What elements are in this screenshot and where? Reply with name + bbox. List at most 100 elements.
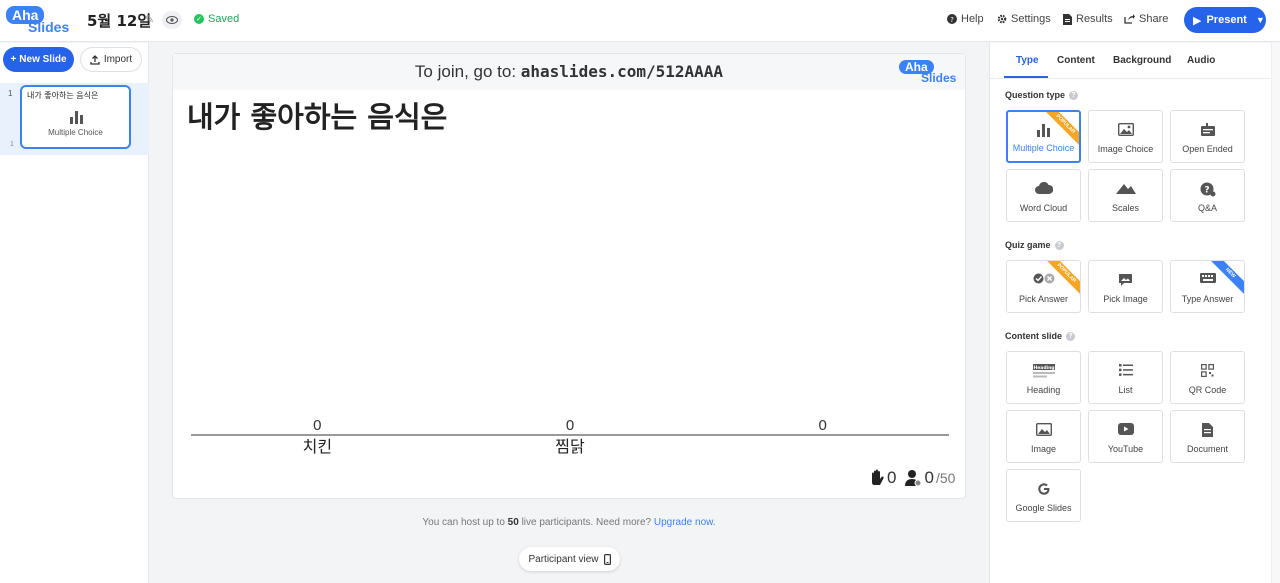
mobile-phone-icon xyxy=(603,553,611,565)
logo-slides-text: Slides xyxy=(28,19,70,35)
slide-response-count: 1 xyxy=(10,141,14,148)
tile-label: Image Choice xyxy=(1097,144,1154,154)
google-icon xyxy=(1037,483,1049,495)
keyboard-icon xyxy=(1199,273,1216,283)
tab-type[interactable]: Type xyxy=(1016,55,1039,66)
type-open-ended[interactable]: Open Ended xyxy=(1170,110,1245,163)
type-qa[interactable]: ? Q&A xyxy=(1170,169,1245,222)
content-slide-label: Content slide xyxy=(1005,331,1063,341)
saved-status: ✓ Saved xyxy=(194,13,239,25)
slide-canvas[interactable]: To join, go to: ahaslides.com/512AAAA Ah… xyxy=(172,53,966,499)
note-count: 50 xyxy=(507,517,519,528)
ahaslides-logo[interactable]: Aha Slides xyxy=(6,6,74,36)
slide-number: 1 xyxy=(8,89,13,98)
eye-icon xyxy=(166,16,178,24)
pencil-icon[interactable]: ✎ xyxy=(145,13,157,26)
results-chart: 0 치킨 0 찜닭 0 xyxy=(191,417,949,456)
quiz-pick-answer[interactable]: POPULAR Pick Answer xyxy=(1006,260,1081,313)
tile-label: Word Cloud xyxy=(1019,203,1068,213)
gear-icon xyxy=(997,14,1007,24)
image-icon xyxy=(1117,123,1134,136)
bar-chart-icon xyxy=(70,111,83,124)
new-slide-label: New Slide xyxy=(19,54,67,65)
settings-panel: Type Content Background Audio Question t… xyxy=(989,43,1272,583)
help-icon[interactable]: ? xyxy=(1054,240,1064,250)
document-icon xyxy=(1063,13,1072,25)
type-scales[interactable]: Scales xyxy=(1088,169,1163,222)
svg-text:?: ? xyxy=(1204,186,1209,196)
document-icon xyxy=(1202,423,1213,437)
bar-chart-icon xyxy=(1036,124,1050,137)
tab-content[interactable]: Content xyxy=(1057,55,1095,66)
image-bubble-icon xyxy=(1119,274,1132,286)
results-button[interactable]: Results xyxy=(1063,13,1113,25)
user-icon xyxy=(905,470,922,487)
content-google-slides[interactable]: Google Slides xyxy=(1006,469,1081,522)
help-label: Help xyxy=(961,13,984,25)
upgrade-link[interactable]: Upgrade now. xyxy=(654,517,716,528)
tile-label: Heading xyxy=(1026,385,1061,395)
image-icon xyxy=(1035,423,1052,436)
slide-list-item[interactable]: 1 1 내가 좋아하는 음식은 Multiple Choice xyxy=(0,83,149,155)
cloud-icon xyxy=(1034,182,1053,194)
tile-label: Open Ended xyxy=(1182,144,1233,154)
youtube-icon xyxy=(1117,423,1134,435)
open-ended-icon xyxy=(1200,123,1215,136)
slide-thumbnail-title: 내가 좋아하는 음식은 xyxy=(27,91,99,100)
content-qr-code[interactable]: QR Code xyxy=(1170,351,1245,404)
tile-label: Q&A xyxy=(1197,203,1217,213)
tile-label: Pick Image xyxy=(1103,294,1148,304)
content-image[interactable]: Image xyxy=(1006,410,1081,463)
content-heading[interactable]: Heading Heading xyxy=(1006,351,1081,404)
type-multiple-choice[interactable]: POPULAR Multiple Choice xyxy=(1006,110,1081,163)
content-list[interactable]: List xyxy=(1088,351,1163,404)
scales-icon xyxy=(1115,184,1136,194)
help-icon[interactable]: ? xyxy=(1066,331,1076,341)
participant-view-button[interactable]: Participant view xyxy=(519,547,620,571)
host-limit-note: You can host up to 50 live participants.… xyxy=(172,517,966,528)
preview-button[interactable] xyxy=(162,11,182,29)
chart-value-label: 0 xyxy=(818,417,826,434)
present-button[interactable]: ▶ Present ▼ xyxy=(1184,7,1266,33)
chevron-down-icon[interactable]: ▼ xyxy=(1256,15,1265,25)
question-type-label: Question type xyxy=(1005,90,1066,100)
play-icon: ▶ xyxy=(1193,14,1202,27)
help-button[interactable]: ? Help xyxy=(947,13,984,25)
quiz-type-answer[interactable]: NEW Type Answer xyxy=(1170,260,1245,313)
help-icon[interactable]: ? xyxy=(1069,90,1079,100)
quiz-game-heading: Quiz game? xyxy=(1005,240,1064,250)
check-icon: ✓ xyxy=(194,14,204,24)
type-image-choice[interactable]: Image Choice xyxy=(1088,110,1163,163)
check-cross-icon xyxy=(1033,273,1054,284)
svg-text:Heading: Heading xyxy=(1033,365,1054,371)
panel-tabs: Type Content Background Audio xyxy=(990,43,1272,79)
note-prefix: You can host up to xyxy=(422,517,508,528)
slide-thumbnail[interactable]: 내가 좋아하는 음식은 Multiple Choice xyxy=(20,85,131,149)
heading-icon: Heading xyxy=(1032,364,1055,378)
content-document[interactable]: Document xyxy=(1170,410,1245,463)
scrollbar[interactable] xyxy=(1271,43,1280,583)
list-icon xyxy=(1118,364,1133,376)
settings-button[interactable]: Settings xyxy=(997,13,1051,25)
tab-background[interactable]: Background xyxy=(1113,55,1171,66)
quiz-pick-image[interactable]: Pick Image xyxy=(1088,260,1163,313)
new-slide-button[interactable]: + New Slide xyxy=(3,47,74,72)
question-circle-icon: ? xyxy=(947,14,957,24)
share-icon xyxy=(1124,14,1135,24)
import-label: Import xyxy=(103,54,133,65)
tile-label: Multiple Choice xyxy=(1012,143,1075,153)
import-button[interactable]: Import xyxy=(80,47,142,72)
raised-hand-icon xyxy=(872,469,884,485)
share-button[interactable]: Share xyxy=(1124,13,1168,25)
response-counters: 0 0/50 xyxy=(869,468,955,488)
tab-audio[interactable]: Audio xyxy=(1187,55,1215,66)
type-word-cloud[interactable]: Word Cloud xyxy=(1006,169,1081,222)
tile-label: Type Answer xyxy=(1181,294,1234,304)
presentation-title[interactable]: 5월 12일 xyxy=(87,10,151,31)
question-type-heading: Question type? xyxy=(1005,90,1079,100)
quiz-game-label: Quiz game xyxy=(1005,240,1051,250)
content-youtube[interactable]: YouTube xyxy=(1088,410,1163,463)
active-tab-indicator xyxy=(1004,76,1048,78)
note-mid: live participants. Need more? xyxy=(518,517,654,528)
saved-label: Saved xyxy=(208,13,240,25)
